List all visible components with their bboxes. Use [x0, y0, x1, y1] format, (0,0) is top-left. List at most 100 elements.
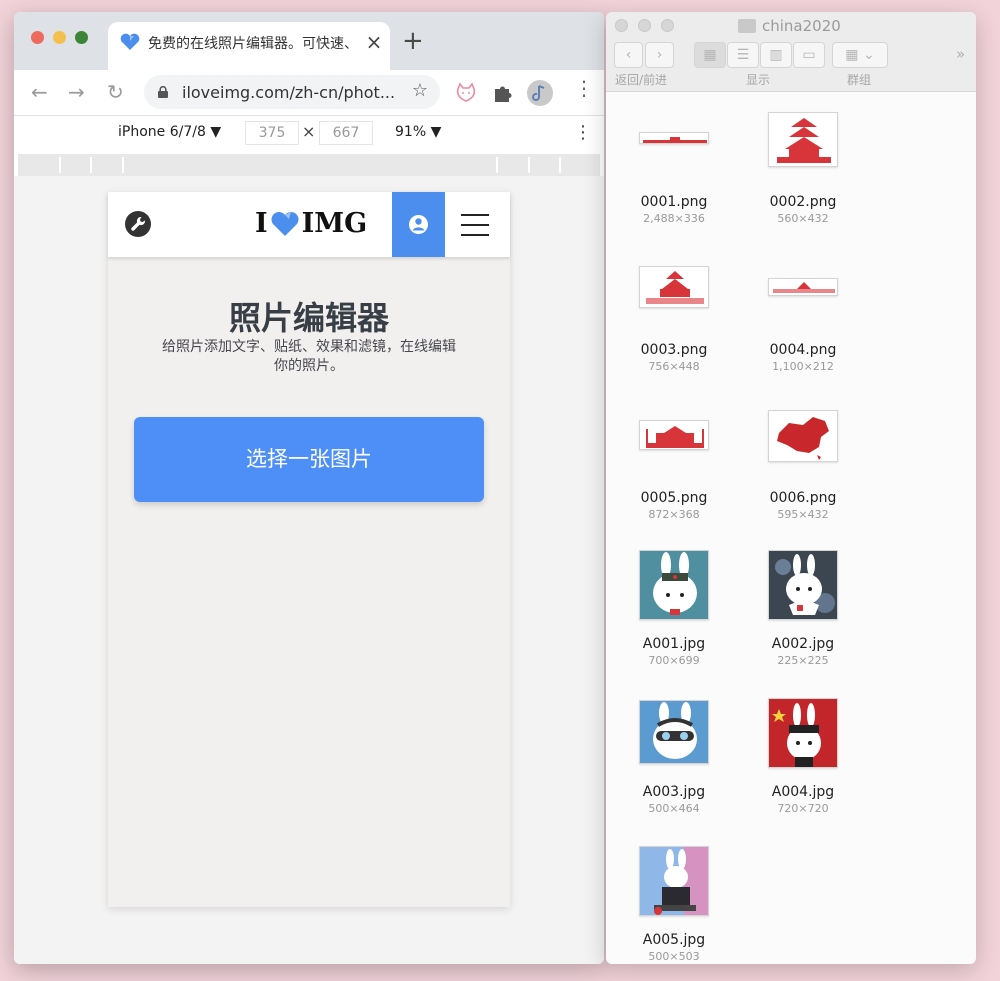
user-icon: [409, 215, 428, 234]
list-view-button[interactable]: ☰: [727, 42, 759, 68]
file-thumbnail: [639, 846, 709, 916]
file-dimensions: 872×368: [648, 508, 700, 521]
browser-menu-icon[interactable]: ⋮: [574, 78, 594, 98]
finder-minimize-button[interactable]: [638, 19, 651, 32]
group-by-button[interactable]: ▦ ⌄: [832, 42, 888, 68]
media-query-marker: [90, 157, 92, 173]
page-title: 照片编辑器: [228, 299, 389, 337]
file-name: 0004.png: [769, 342, 837, 358]
hamburger-menu-icon[interactable]: [461, 214, 489, 236]
file-item[interactable]: 0002.png 560×432: [753, 110, 853, 225]
profile-avatar-icon[interactable]: [527, 80, 553, 106]
tab-title: 免费的在线照片编辑器。可快速、: [148, 36, 358, 52]
file-thumbnail: [639, 266, 709, 308]
file-item[interactable]: 0006.png 595×432: [753, 406, 853, 521]
forward-arrow-icon[interactable]: →: [68, 81, 85, 103]
file-thumbnail: [768, 698, 838, 768]
media-query-marker: [528, 157, 530, 173]
browser-toolbar: ← → ↻ iloveimg.com/zh-cn/phot... ☆ ⋮: [14, 70, 604, 116]
file-name: A004.jpg: [771, 784, 835, 800]
file-name: A005.jpg: [642, 932, 706, 948]
logo-text-i: I: [255, 208, 268, 239]
file-item[interactable]: A001.jpg 700×699: [624, 548, 724, 667]
viewport-width-input[interactable]: 375: [245, 121, 299, 145]
file-item[interactable]: A003.jpg 500×464: [624, 696, 724, 815]
file-dimensions: 500×464: [648, 802, 700, 815]
file-item[interactable]: 0001.png 2,488×336: [624, 110, 724, 225]
tab-strip: 免费的在线照片编辑器。可快速、 × +: [14, 12, 604, 70]
file-name: 0006.png: [769, 490, 837, 506]
reload-icon[interactable]: ↻: [107, 81, 124, 103]
select-image-button[interactable]: 选择一张图片: [134, 417, 484, 502]
file-dimensions: 225×225: [777, 654, 829, 667]
file-name: A002.jpg: [771, 636, 835, 652]
file-dimensions: 500×503: [648, 950, 700, 963]
back-forward-label: 返回/前进: [615, 73, 668, 87]
finder-close-button[interactable]: [615, 19, 628, 32]
file-name: 0005.png: [640, 490, 708, 506]
page-description: 给照片添加文字、贴纸、效果和滤镜，在线编辑你的照片。: [162, 339, 456, 374]
file-item[interactable]: 0004.png 1,100×212: [753, 258, 853, 373]
media-query-marker: [122, 157, 124, 173]
device-viewport: I IMG 照片编辑器 给照片添加文字、贴纸、效果和滤镜，在线编辑你的照片。 选…: [14, 176, 604, 964]
toolbar-overflow-icon[interactable]: »: [956, 45, 965, 63]
tab-close-icon[interactable]: ×: [364, 30, 384, 54]
file-thumbnail: [768, 550, 838, 620]
folder-icon: [738, 19, 756, 33]
address-bar[interactable]: iloveimg.com/zh-cn/phot... ☆: [144, 75, 440, 109]
back-arrow-icon[interactable]: ←: [31, 81, 48, 103]
lock-icon: [158, 86, 168, 98]
column-view-button[interactable]: ▥: [760, 42, 792, 68]
finder-zoom-button[interactable]: [661, 19, 674, 32]
file-item[interactable]: A005.jpg 500×503: [624, 844, 724, 963]
file-item[interactable]: A002.jpg 225×225: [753, 548, 853, 667]
file-name: A001.jpg: [642, 636, 706, 652]
browser-tab[interactable]: 免费的在线照片编辑器。可快速、 ×: [108, 22, 390, 70]
media-query-bar[interactable]: [18, 154, 600, 176]
user-account-button[interactable]: [392, 192, 445, 257]
close-window-button[interactable]: [31, 31, 44, 44]
media-query-marker: [559, 157, 561, 173]
browser-window: 免费的在线照片编辑器。可快速、 × + ← → ↻ iloveimg.com/z…: [14, 12, 604, 964]
view-label: 显示: [746, 73, 771, 87]
url-text[interactable]: iloveimg.com/zh-cn/phot...: [182, 83, 402, 102]
zoom-select[interactable]: 91% ▼: [395, 124, 441, 140]
minimize-window-button[interactable]: [53, 31, 66, 44]
device-toolbar-menu-icon[interactable]: ⋮: [574, 122, 592, 143]
file-name: 0002.png: [769, 194, 837, 210]
file-dimensions: 560×432: [777, 212, 829, 225]
file-dimensions: 756×448: [648, 360, 700, 373]
cat-extension-icon[interactable]: [454, 81, 478, 105]
finder-back-button[interactable]: ‹: [614, 42, 643, 68]
mobile-page: I IMG 照片编辑器 给照片添加文字、贴纸、效果和滤镜，在线编辑你的照片。 选…: [108, 192, 510, 907]
gallery-view-button[interactable]: ▭: [793, 42, 825, 68]
file-dimensions: 2,488×336: [643, 212, 705, 225]
device-toolbar: iPhone 6/7/8 ▼ 375 × 667 91% ▼ ⋮: [14, 116, 604, 150]
file-thumbnail: [639, 132, 709, 144]
zoom-window-button[interactable]: [75, 31, 88, 44]
finder-window: china2020 ‹ › ▦ ☰ ▥ ▭ ▦ ⌄ 返回/前进 显示 群组 » …: [606, 12, 976, 964]
file-item[interactable]: 0003.png 756×448: [624, 258, 724, 373]
file-name: 0003.png: [640, 342, 708, 358]
file-item[interactable]: A004.jpg 720×720: [753, 696, 853, 815]
finder-title-text: china2020: [762, 17, 841, 35]
file-dimensions: 700×699: [648, 654, 700, 667]
iloveimg-logo[interactable]: I IMG: [255, 208, 367, 239]
finder-forward-button[interactable]: ›: [645, 42, 674, 68]
file-name: 0001.png: [640, 194, 708, 210]
puzzle-extension-icon[interactable]: [491, 81, 515, 105]
file-item[interactable]: 0005.png 872×368: [624, 406, 724, 521]
wrench-tools-icon[interactable]: [125, 211, 151, 237]
device-select[interactable]: iPhone 6/7/8 ▼: [118, 124, 221, 140]
new-tab-button[interactable]: +: [402, 28, 424, 54]
icon-view-button[interactable]: ▦: [694, 42, 726, 68]
file-dimensions: 1,100×212: [772, 360, 834, 373]
finder-toolbar: china2020 ‹ › ▦ ☰ ▥ ▭ ▦ ⌄ 返回/前进 显示 群组 »: [606, 12, 976, 92]
file-thumbnail: [768, 278, 838, 296]
file-name: A003.jpg: [642, 784, 706, 800]
media-query-marker: [496, 157, 498, 173]
bookmark-star-icon[interactable]: ☆: [412, 80, 428, 101]
viewport-height-input[interactable]: 667: [319, 121, 373, 145]
heart-favicon-icon: [120, 33, 140, 50]
file-thumbnail: [768, 410, 838, 462]
